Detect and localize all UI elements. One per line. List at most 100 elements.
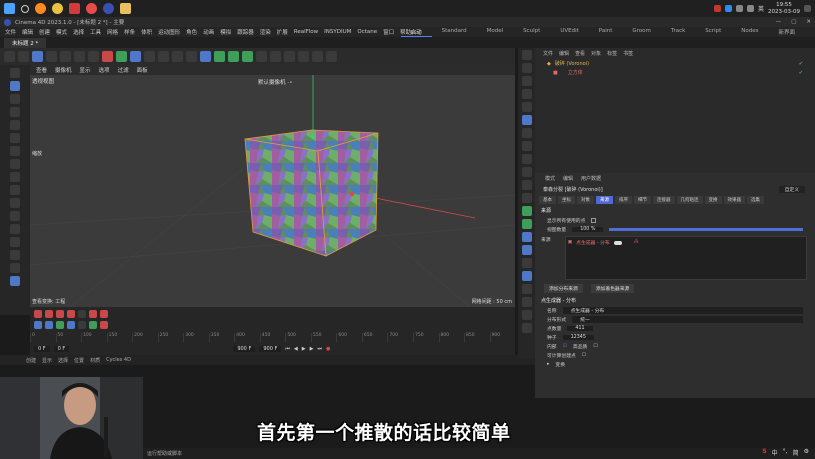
app-icon[interactable] — [69, 3, 80, 14]
row-value[interactable]: 100 % — [572, 227, 604, 232]
viewport-menu-item[interactable]: 摄像机 — [55, 66, 72, 74]
menu-item[interactable]: 角色 — [183, 28, 200, 36]
attribute-menu-item[interactable]: 编辑 — [563, 175, 573, 182]
clock[interactable]: 19:55 2023-03-09 — [768, 2, 800, 16]
attribute-tab[interactable]: 对象 — [577, 196, 594, 204]
model-mode-icon[interactable] — [10, 68, 20, 78]
panel-icon[interactable] — [521, 206, 532, 216]
layout-tab[interactable]: Sculpt — [513, 27, 550, 37]
viewport-menu-item[interactable]: 显示 — [80, 66, 91, 74]
source-list[interactable]: ▣ 点生成器 - 分布 ⁂ — [564, 236, 807, 280]
object-mode-icon[interactable] — [10, 81, 20, 91]
snap-icon[interactable] — [10, 172, 20, 182]
minimize-icon[interactable]: — — [776, 19, 782, 25]
panel-icon[interactable] — [521, 128, 532, 138]
start-frame-field[interactable]: 0 F — [34, 345, 50, 352]
windows-start-icon[interactable] — [4, 3, 15, 14]
add-distribution-source-button[interactable]: 添加分布来源 — [544, 284, 583, 293]
distribution-dropdown[interactable]: 统一 — [572, 316, 803, 323]
volume-icon[interactable] — [747, 5, 755, 12]
object-menu-item[interactable]: 编辑 — [559, 50, 569, 57]
expand-arrow-icon[interactable]: ▸ — [547, 362, 549, 367]
select-icon[interactable] — [32, 51, 43, 62]
inner-checkbox[interactable]: ☑ — [563, 344, 567, 349]
doc-tab[interactable]: 未标题 2 * — [4, 37, 47, 48]
cinema4d-icon[interactable] — [103, 3, 114, 14]
enabled-check-icon[interactable]: ✔ — [799, 61, 803, 67]
menu-item[interactable]: 创建 — [36, 28, 53, 36]
menu-item[interactable]: Octane — [354, 29, 380, 35]
play-icon[interactable]: ▶ — [302, 346, 306, 352]
key-icon[interactable] — [100, 310, 108, 318]
x-axis-icon[interactable] — [102, 51, 113, 62]
transform-icon[interactable] — [88, 51, 99, 62]
attribute-tab[interactable]: 排序 — [615, 196, 632, 204]
generator-icon[interactable] — [228, 51, 239, 62]
bottom-tab[interactable]: 显示 — [42, 357, 52, 364]
layout-tab[interactable]: UVEdit — [550, 27, 588, 37]
search-icon[interactable] — [21, 4, 29, 13]
paint-icon[interactable] — [10, 237, 20, 247]
menu-item[interactable]: RealFlow — [291, 29, 321, 35]
menu-item[interactable]: 扩展 — [274, 28, 291, 36]
menu-item[interactable]: 文件 — [2, 28, 19, 36]
coord-icon[interactable] — [144, 51, 155, 62]
menu-item[interactable]: 渲染 — [257, 28, 274, 36]
tool-icon[interactable] — [78, 321, 86, 329]
panel-icon[interactable] — [521, 50, 532, 60]
panel-icon[interactable] — [521, 180, 532, 190]
render-settings-icon[interactable] — [186, 51, 197, 62]
attribute-tab[interactable]: 效果器 — [723, 196, 745, 204]
z-axis-icon[interactable] — [130, 51, 141, 62]
polygons-mode-icon[interactable] — [10, 133, 20, 143]
ime-settings-icon[interactable]: ⚙ — [804, 448, 809, 457]
attribute-tab[interactable]: 几何粘连 — [676, 196, 703, 204]
wifi-icon[interactable] — [736, 5, 744, 12]
prev-frame-icon[interactable]: ◀ — [294, 346, 298, 352]
record-icon[interactable] — [34, 310, 42, 318]
key-icon[interactable] — [56, 310, 64, 318]
menu-item[interactable]: 动画 — [200, 28, 217, 36]
camera-icon[interactable] — [298, 51, 309, 62]
autokey-icon[interactable] — [45, 310, 53, 318]
layout-tab[interactable]: Model — [477, 27, 514, 37]
workplane-icon[interactable] — [10, 185, 20, 195]
folder-icon[interactable] — [120, 3, 131, 14]
go-end-icon[interactable]: ⏭ — [317, 346, 322, 352]
grid-icon[interactable] — [10, 198, 20, 208]
object-menu-item[interactable]: 文件 — [543, 50, 553, 57]
panel-icon[interactable] — [521, 63, 532, 73]
panel-icon[interactable] — [521, 310, 532, 320]
object-menu-item[interactable]: 标签 — [607, 50, 617, 57]
panel-icon[interactable] — [521, 271, 532, 281]
bottom-tab[interactable]: 位置 — [74, 357, 84, 364]
lock-icon[interactable] — [10, 211, 20, 221]
panel-icon[interactable] — [521, 219, 532, 229]
tray-icon[interactable] — [725, 5, 733, 12]
panel-icon[interactable] — [521, 245, 532, 255]
panel-icon[interactable] — [521, 115, 532, 125]
layout-tab[interactable]: Track — [661, 27, 695, 37]
record-icon[interactable] — [86, 3, 97, 14]
axis-icon[interactable] — [10, 159, 20, 169]
edges-mode-icon[interactable] — [10, 120, 20, 130]
viewport-menu-item[interactable]: 过滤 — [118, 66, 129, 74]
settings-icon[interactable] — [326, 51, 337, 62]
menu-item[interactable]: INSYDIUM — [321, 29, 354, 35]
notification-icon[interactable] — [804, 5, 811, 12]
tool-icon[interactable] — [34, 321, 42, 329]
rotate-icon[interactable] — [74, 51, 85, 62]
hash-icon[interactable] — [10, 263, 20, 273]
deformer-icon[interactable] — [256, 51, 267, 62]
attribute-tab[interactable]: 坐标 — [558, 196, 575, 204]
name-field[interactable]: 点生成器 - 分布 — [562, 307, 803, 314]
attribute-tab[interactable]: 细节 — [634, 196, 651, 204]
ime-logo-icon[interactable]: S — [762, 448, 766, 457]
layout-tab[interactable]: Standard — [432, 27, 477, 37]
timeline-ruler[interactable]: 0 50 100 150 200 250 300 350 400 450 500 550 600 650 7… — [30, 333, 515, 342]
amount-slider[interactable] — [609, 228, 803, 231]
menu-item[interactable]: 运动图形 — [155, 28, 183, 36]
scene-icon[interactable] — [284, 51, 295, 62]
viewport-menu-item[interactable]: 面板 — [137, 66, 148, 74]
layout-tab[interactable]: Script — [695, 27, 731, 37]
